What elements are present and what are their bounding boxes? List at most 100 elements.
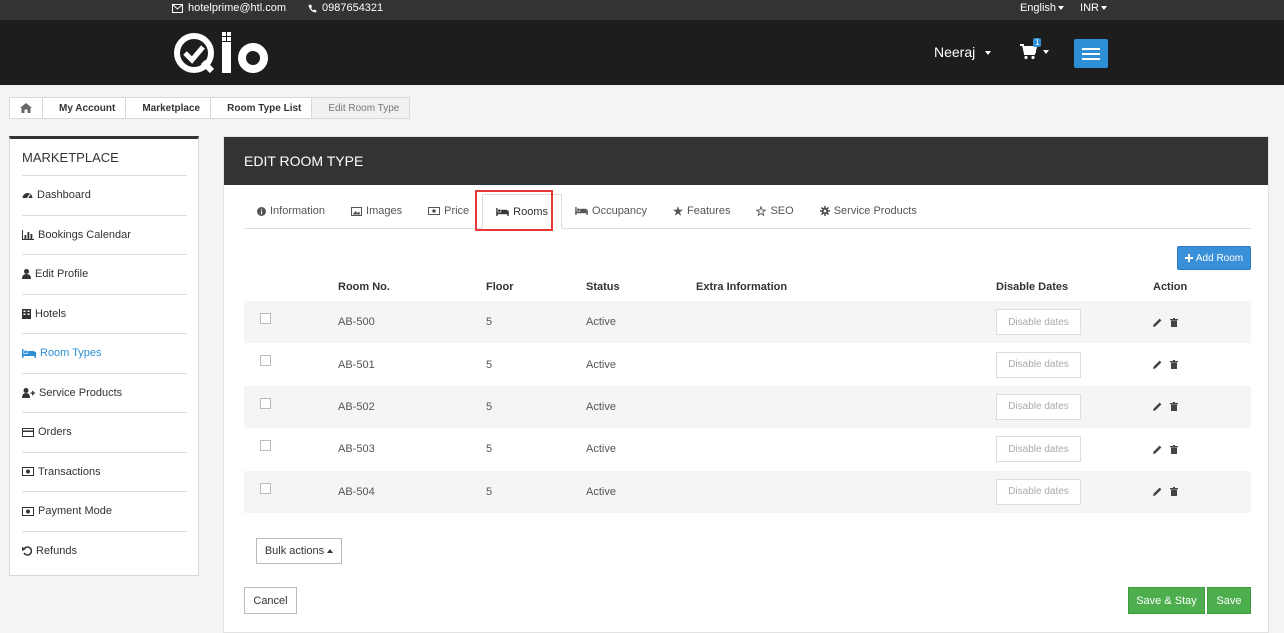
pencil-icon[interactable] [1153,487,1162,497]
row-checkbox[interactable] [260,482,271,494]
tab-service-products[interactable]: Service Products [807,194,930,228]
menu-toggle-button[interactable] [1074,39,1108,68]
tab-images[interactable]: Images [338,194,415,228]
dashboard-icon [22,193,33,199]
sidebar-item-room-types[interactable]: Room Types [22,333,187,373]
email-contact[interactable]: hotelprime@htl.com [172,2,286,14]
disable-dates-button[interactable]: Disable dates [996,478,1081,505]
save-and-stay-button[interactable]: Save & Stay [1128,587,1205,614]
language-label: English [1019,2,1057,14]
page-title: EDIT ROOM TYPE [244,153,364,169]
chevron-up-icon [327,549,334,553]
sidebar-item-bookings-calendar[interactable]: Bookings Calendar [22,214,187,255]
pencil-icon[interactable] [1153,402,1162,412]
sidebar-item-dashboard[interactable]: Dashboard [22,175,187,215]
sidebar-item-hotels[interactable]: Hotels [22,293,187,334]
phone-text: 0987654321 [321,2,384,14]
plus-icon [1184,254,1193,262]
pencil-icon[interactable] [1153,360,1162,370]
tab-features[interactable]: Features [660,194,743,228]
breadcrumb-edit-room-type: Edit Room Type [312,98,410,118]
home-icon [20,103,32,113]
column-header-disable-dates[interactable]: Disable Dates [996,281,1068,293]
tab-label: Price [444,205,470,217]
breadcrumb-room-type-list[interactable]: Room Type List [211,98,313,118]
disable-dates-button[interactable]: Disable dates [996,309,1081,336]
breadcrumb-home[interactable] [10,98,43,118]
row-actions [1153,487,1178,497]
pencil-icon[interactable] [1153,445,1162,454]
tab-seo[interactable]: SEO [743,194,806,228]
disable-dates-button[interactable]: Disable dates [996,436,1081,463]
disable-dates-button[interactable]: Disable dates [996,351,1081,378]
sidebar-item-label: Room Types [40,347,102,360]
sidebar-item-label: Payment Mode [38,505,112,518]
top-bar: hotelprime@htl.com 0987654321 English IN… [0,0,1284,20]
sidebar-item-transactions[interactable]: Transactions [22,451,187,492]
column-header-status[interactable]: Status [586,281,620,293]
row-checkbox[interactable] [260,440,271,452]
credit-card-icon [22,427,34,437]
trash-icon[interactable] [1170,402,1178,412]
room-floor: 5 [486,400,493,413]
sidebar-item-label: Orders [38,426,72,439]
sidebar-title: MARKETPLACE [22,150,119,165]
sidebar-item-label: Bookings Calendar [38,228,131,241]
room-status: Active [586,358,616,371]
sidebar-item-label: Refunds [36,544,77,557]
tab-price[interactable]: Price [415,194,482,228]
trash-icon[interactable] [1170,317,1178,327]
sidebar-item-label: Dashboard [37,189,91,202]
sidebar-item-edit-profile[interactable]: Edit Profile [22,254,187,294]
row-actions [1153,402,1178,412]
phone-contact[interactable]: 0987654321 [308,2,383,14]
cart-button[interactable]: 1 [1020,38,1049,60]
disable-dates-button[interactable]: Disable dates [996,393,1081,420]
sidebar-item-label: Transactions [38,465,101,478]
user-name: Neeraj [934,44,976,60]
chevron-down-icon [1043,50,1049,54]
row-checkbox[interactable] [260,313,271,324]
room-status: Active [586,400,616,413]
sidebar-item-refunds[interactable]: Refunds [22,530,187,571]
column-header-floor[interactable]: Floor [486,281,514,293]
column-header-room-no[interactable]: Room No. [338,281,390,293]
pencil-icon[interactable] [1153,318,1162,327]
currency-dropdown[interactable]: INR [1080,2,1107,14]
trash-icon[interactable] [1170,444,1178,454]
email-text: hotelprime@htl.com [188,2,286,14]
column-header-extra-information[interactable]: Extra Information [696,281,787,293]
breadcrumb-marketplace[interactable]: Marketplace [126,98,212,118]
sidebar-item-label: Edit Profile [35,268,89,281]
user-plus-icon [22,387,35,398]
room-number: AB-503 [338,443,375,456]
hamburger-icon [1082,47,1100,50]
language-dropdown[interactable]: English [1019,2,1065,14]
tab-occupancy[interactable]: Occupancy [562,194,660,228]
tab-information[interactable]: Information [244,194,338,228]
cancel-button[interactable]: Cancel [244,587,297,614]
tab-rooms[interactable]: Rooms [482,194,563,229]
checkbox-box [260,355,271,367]
row-checkbox[interactable] [260,397,271,409]
trash-icon[interactable] [1170,360,1178,370]
sidebar-item-service-products[interactable]: Service Products [22,372,187,413]
phone-icon [308,4,317,12]
sidebar-item-orders[interactable]: Orders [22,412,187,452]
save-button[interactable]: Save [1207,587,1251,614]
bed-icon [496,207,509,216]
tab-label: Occupancy [592,205,648,217]
room-number: AB-502 [338,400,375,413]
money-icon [22,506,34,516]
bulk-actions-button[interactable]: Bulk actions [256,538,342,564]
user-menu[interactable]: Neeraj [934,44,992,60]
row-checkbox[interactable] [260,355,271,367]
sidebar-item-payment-mode[interactable]: Payment Mode [22,491,187,531]
table-header: Room No. Floor Status Extra Information … [244,273,1251,301]
trash-icon[interactable] [1170,487,1178,497]
chevron-down-icon [1101,6,1107,11]
add-room-button[interactable]: Add Room [1177,246,1251,270]
breadcrumb-my-account[interactable]: My Account [43,98,127,118]
qlo-logo[interactable] [172,28,272,78]
table-row: AB-501 5 Active Disable dates [244,343,1251,385]
